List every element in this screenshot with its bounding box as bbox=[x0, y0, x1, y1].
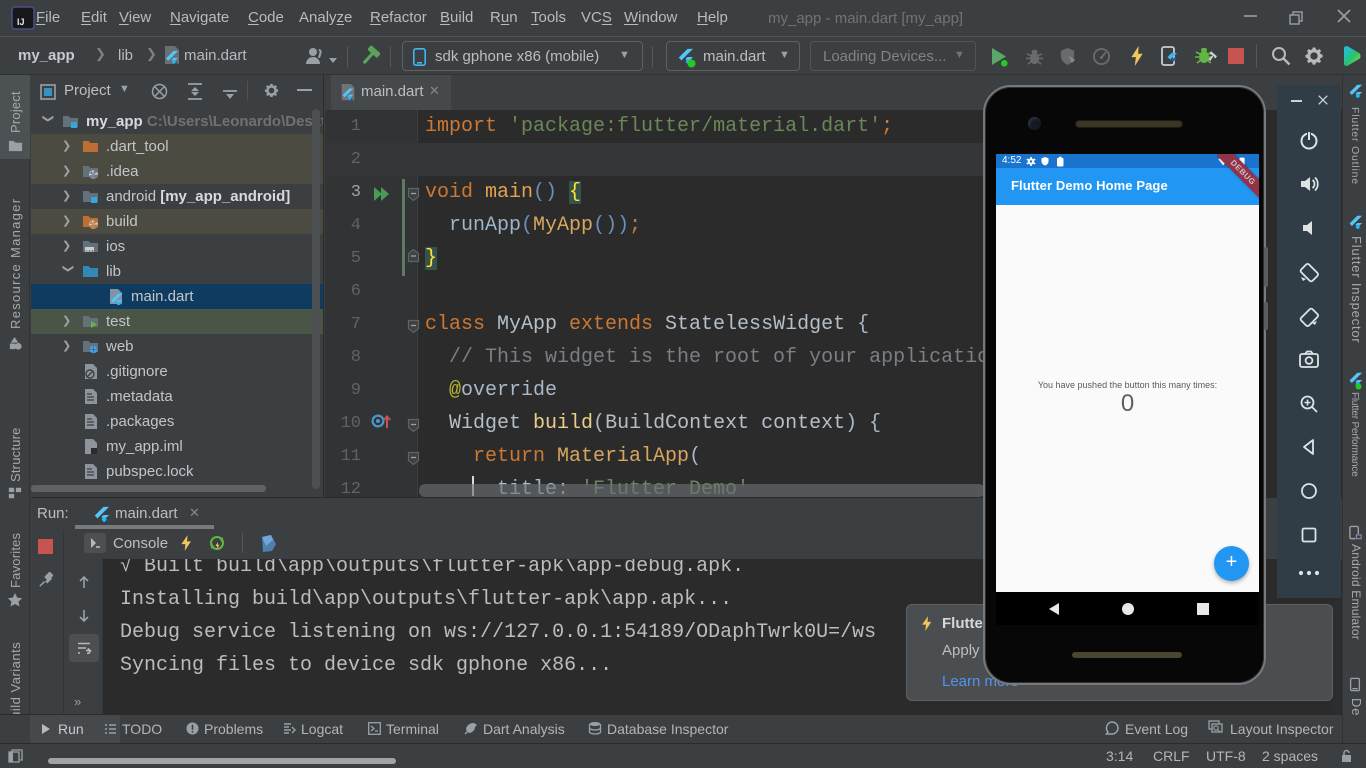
svg-text:IJ: IJ bbox=[17, 17, 25, 27]
